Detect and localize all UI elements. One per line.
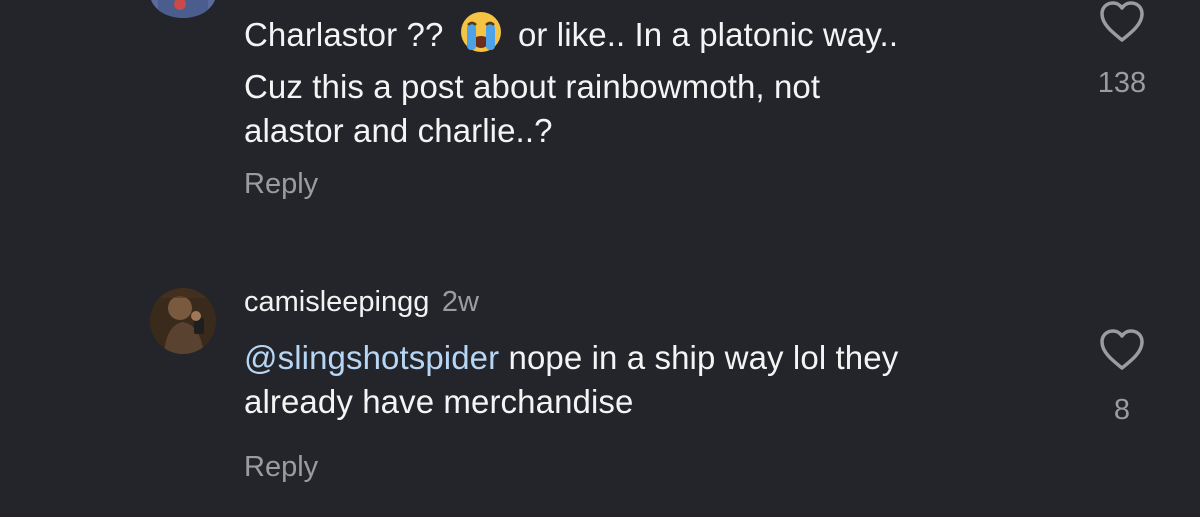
mention-link[interactable]: @slingshotspider (244, 339, 499, 376)
loudly-crying-face-icon (459, 10, 503, 65)
username[interactable]: camisleepingg (244, 286, 429, 318)
comment-line: Charlastor ?? or like.. In a platonic wa… (244, 10, 1064, 65)
comment-line: alastor and charlie..? (244, 112, 553, 149)
like-count: 138 (1097, 67, 1147, 99)
avatar[interactable] (150, 288, 216, 354)
comment-text-part: nope in a ship way lol they (508, 339, 899, 376)
comment-header: camisleepingg 2w (244, 286, 479, 319)
comment-line: Cuz this a post about rainbowmoth, not (244, 68, 821, 105)
comment-item: Charlastor ?? or like.. In a platonic wa… (0, 0, 1200, 240)
heart-outline-icon (1100, 329, 1144, 370)
reply-button[interactable]: Reply (244, 451, 318, 484)
like-count: 8 (1113, 394, 1131, 426)
comment-line: already have merchandise (244, 383, 634, 420)
avatar[interactable] (150, 0, 216, 18)
heart-outline-icon (1100, 1, 1144, 42)
comments-thread: Charlastor ?? or like.. In a platonic wa… (0, 0, 1200, 517)
comment-text-part: or like.. In a platonic way.. (517, 16, 899, 53)
like-button[interactable] (1098, 0, 1146, 44)
comment-line: @slingshotspider nope in a ship way lol … (244, 336, 1064, 380)
comment-text-part: Charlastor ?? (244, 16, 444, 53)
comment-text: @slingshotspider nope in a ship way lol … (244, 336, 1064, 424)
timestamp: 2w (441, 286, 479, 318)
comment-text: Charlastor ?? or like.. In a platonic wa… (244, 10, 1064, 153)
reply-button[interactable]: Reply (244, 168, 318, 201)
like-button[interactable] (1098, 328, 1146, 372)
comment-item: camisleepingg 2w @slingshotspider nope i… (0, 240, 1200, 517)
